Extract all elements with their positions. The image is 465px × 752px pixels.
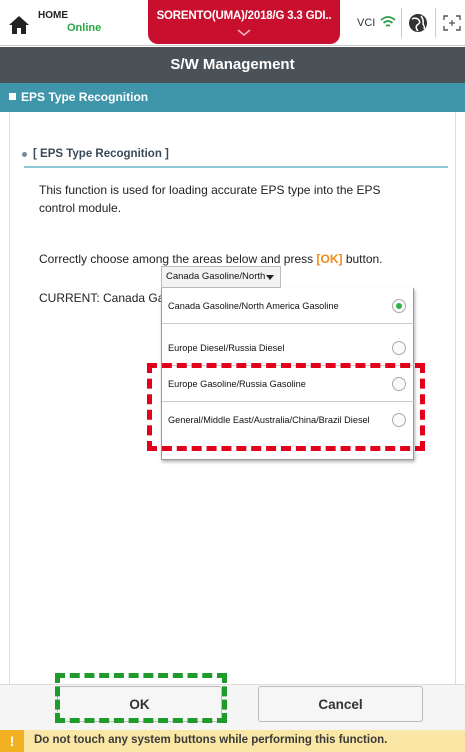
online-status: Online [67,22,102,34]
description-text: This function is used for loading accura… [39,183,381,215]
top-bar: HOME Online SORENTO(UMA)/2018/G 3.3 GDI.… [0,0,465,46]
divider [401,8,402,38]
dropdown-arrow-icon [266,275,274,280]
radio-button[interactable] [392,341,406,355]
globe-icon[interactable] [407,12,429,34]
divider [24,166,448,168]
home-icon[interactable] [8,14,30,36]
section-header: EPS Type Recognition [0,83,465,112]
home-label[interactable]: HOME [38,10,68,21]
chevron-down-icon[interactable] [235,28,253,38]
cancel-button[interactable]: Cancel [258,686,423,722]
fullscreen-icon[interactable] [442,14,462,32]
section-title: EPS Type Recognition [21,90,149,104]
instruction-text-start: Correctly choose among the areas below a… [39,252,317,266]
radio-button-selected[interactable] [392,299,406,313]
warning-text: Do not touch any system buttons while pe… [34,734,388,746]
wifi-icon [380,16,396,27]
warning-bar: ! Do not touch any system buttons while … [0,730,465,752]
option-label: Europe Diesel/Russia Diesel [168,343,285,353]
page-title: S/W Management [0,47,465,83]
area-option[interactable]: Europe Diesel/Russia Diesel [162,330,414,366]
area-option-list: Canada Gasoline/North America Gasoline E… [161,288,414,460]
option-label: Europe Gasoline/Russia Gasoline [168,379,306,389]
ok-tag: [OK] [316,252,343,266]
button-bar: OK Cancel [0,684,465,730]
subhead-label: [ EPS Type Recognition ] [33,148,169,160]
area-option[interactable]: Canada Gasoline/North America Gasoline [162,288,414,324]
area-select[interactable]: Canada Gasoline/North Am.. [161,266,281,302]
divider [435,8,436,38]
vehicle-info-tab[interactable]: SORENTO(UMA)/2018/G 3.3 GDI.. [148,0,340,44]
vci-label: VCI [357,17,376,29]
area-option[interactable]: Europe Gasoline/Russia Gasoline [162,366,414,402]
option-label: Canada Gasoline/North America Gasoline [168,301,339,311]
subhead: [ EPS Type Recognition ] [22,148,169,160]
warning-icon: ! [0,730,24,752]
ok-button[interactable]: OK [57,686,222,722]
square-bullet-icon [9,93,16,100]
area-option[interactable]: General/Middle East/Australia/China/Braz… [162,402,414,438]
radio-button[interactable] [392,413,406,427]
bullet-icon [22,152,27,157]
app-frame: HOME Online SORENTO(UMA)/2018/G 3.3 GDI.… [0,0,465,752]
instruction-text-end: button. [342,252,383,266]
radio-button[interactable] [392,377,406,391]
vehicle-label: SORENTO(UMA)/2018/G 3.3 GDI.. [156,10,332,22]
option-label: General/Middle East/Australia/China/Braz… [168,415,370,425]
